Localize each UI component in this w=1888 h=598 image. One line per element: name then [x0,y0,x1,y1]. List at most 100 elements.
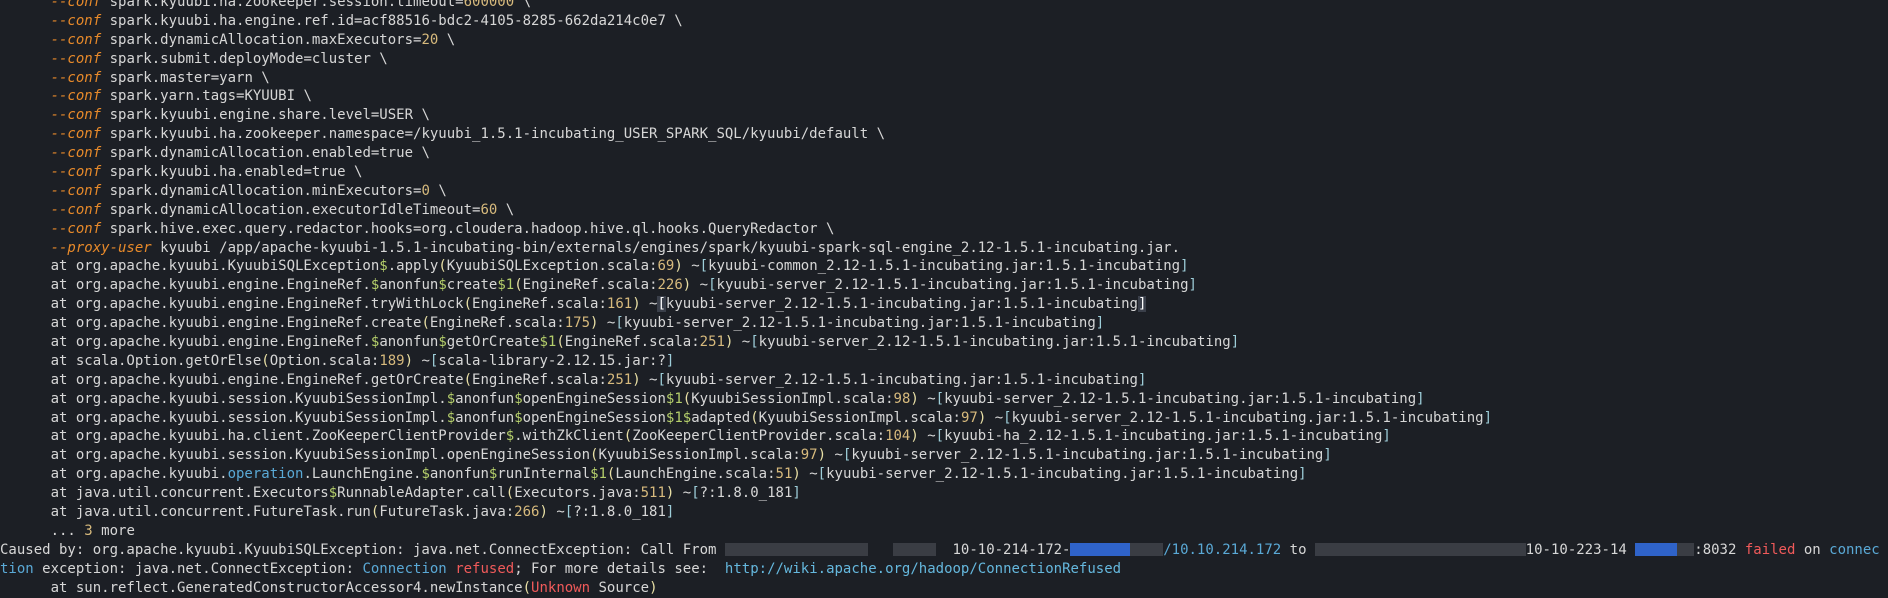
terminal-text: at scala.Option.getOrElse [0,352,262,369]
terminal-text: kyuubi-server_2.12-1.5.1-incubating.jar:… [665,371,1138,388]
terminal-text: ) [539,504,548,521]
terminal-text: anonfun [455,390,515,407]
terminal-text: ~ [674,485,692,502]
terminal-text: exception: java.net.ConnectException: [33,560,363,577]
terminal-text: [ [935,428,945,445]
terminal-text: KyuubiSessionImpl.scala: [691,390,894,407]
terminal-text: 97 [960,409,978,426]
terminal-text: /10.10.214.172 [1163,541,1282,558]
terminal-text: 511 [640,485,666,502]
terminal-text: spark.dynamicAllocation.minExecutors= [101,182,422,199]
terminal-text: .apply [387,258,439,275]
terminal-text: EngineRef.scala: [472,296,607,313]
terminal-text: scala-library-2.12.15.jar:? [438,352,666,369]
terminal-text: 60 [480,201,498,218]
terminal-text: ~ [547,504,565,521]
terminal-text: kyuubi-common_2.12-1.5.1-incubating.jar:… [708,258,1181,275]
terminal-text: [ [935,390,945,407]
terminal-text: .LaunchEngine. [303,466,422,483]
terminal-text: Caused by: org.apache.kyuubi.KyuubiSQLEx… [0,541,725,558]
terminal-text: [ [1003,409,1012,426]
terminal-line: at org.apache.kyuubi.session.KyuubiSessi… [0,390,1888,409]
redacted-block [1677,543,1695,557]
redacted-block [1129,543,1164,557]
terminal-text: ( [463,296,473,313]
terminal-text: at org.apache.kyuubi.session.KyuubiSessi… [0,409,447,426]
terminal-text: ] [1230,334,1240,351]
terminal-text: KyuubiSQLException.scala: [446,258,658,275]
terminal-text: failed [1744,541,1796,558]
terminal-text: ... [0,522,85,539]
terminal-text: ) [817,447,827,464]
terminal-text: $ [328,485,338,502]
terminal-text: ~ [733,334,751,351]
terminal-text: more [92,522,135,539]
terminal-text: [ [708,277,717,294]
terminal-text: --proxy-user [50,239,152,256]
terminal-text: ( [556,334,565,351]
terminal-text: $ [682,409,692,426]
terminal-text: ) [404,352,414,369]
terminal-text: [ [699,258,709,275]
terminal-line: at org.apache.kyuubi.KyuubiSQLException$… [0,257,1888,276]
terminal-text: $1 [539,334,557,351]
terminal-text: spark.kyuubi.engine.share.level=USER \ [101,107,430,124]
terminal-line: ... 3 more [0,522,1888,541]
terminal-text: runInternal [497,466,591,483]
terminal-text: spark.kyuubi.ha.zookeeper.session.timeou… [101,0,464,10]
terminal-text: $ [438,334,447,351]
terminal-text[interactable]: http://wiki.apache.org/hadoop/Connection… [725,561,1121,577]
terminal-line: --conf spark.hive.exec.query.redactor.ho… [0,220,1888,239]
terminal-text: ] [1180,258,1189,275]
terminal-text: [ [691,485,700,502]
terminal-text: $1 [497,277,515,294]
terminal-text: ] [1188,277,1197,294]
terminal-text: [ [657,371,666,388]
terminal-line: --conf spark.dynamicAllocation.maxExecut… [0,31,1888,50]
terminal-line: at org.apache.kyuubi.session.KyuubiSessi… [0,446,1888,465]
terminal-text: 10-10-214-172- [935,541,1071,558]
terminal-text: ~ [986,409,1004,426]
terminal-text: at org.apache.kyuubi.KyuubiSQLException [0,258,380,275]
terminal-text: ] [1323,447,1332,464]
terminal-text: getOrCreate [446,334,540,351]
terminal-line: at org.apache.kyuubi.engine.EngineRef. $a… [0,333,1888,352]
terminal-line: --conf spark.dynamicAllocation.minExecut… [0,182,1888,201]
redacted-block [1314,543,1526,557]
terminal-text: 251 [606,371,633,388]
terminal-text: at org.apache.kyuubi.engine.EngineRef.cr… [0,315,422,332]
terminal-text: spark.kyuubi.ha.engine.ref.id=acf88516-b… [101,12,683,29]
terminal-text: \ [497,201,515,218]
terminal-text: 20 [421,31,439,48]
terminal-output[interactable]: --conf spark.kyuubi.ha.zookeeper.session… [0,0,1888,597]
terminal-text: kyuubi-server_2.12-1.5.1-incubating.jar:… [826,466,1299,483]
terminal-text: kyuubi-server_2.12-1.5.1-incubating.jar:… [851,447,1324,464]
terminal-text: openEngineSession [522,390,666,407]
terminal-text: connec [1829,541,1880,558]
terminal-text: Source [590,579,650,596]
terminal-text: $1 [665,390,683,407]
terminal-text: ) [674,258,683,275]
terminal-line: --conf spark.kyuubi.engine.share.level=U… [0,106,1888,125]
terminal-text: anonfun [379,334,439,351]
terminal-text: 10-10-223-14 [1525,541,1636,558]
terminal-text: ) [910,428,919,445]
terminal-text: ~ [918,428,936,445]
terminal-text: kyuubi-server_2.12-1.5.1-incubating.jar:… [623,315,1096,332]
terminal-text: operation [227,466,304,483]
terminal-text: KyuubiSessionImpl.scala: [598,447,801,464]
terminal-line: --conf spark.submit.deployMode=cluster \ [0,50,1888,69]
terminal-text: ] [1298,466,1307,483]
terminal-text: ~ [918,390,936,407]
terminal-text: at org.apache.kyuubi.ha.client.ZooKeeper… [0,428,506,445]
terminal-text: 97 [800,447,818,464]
